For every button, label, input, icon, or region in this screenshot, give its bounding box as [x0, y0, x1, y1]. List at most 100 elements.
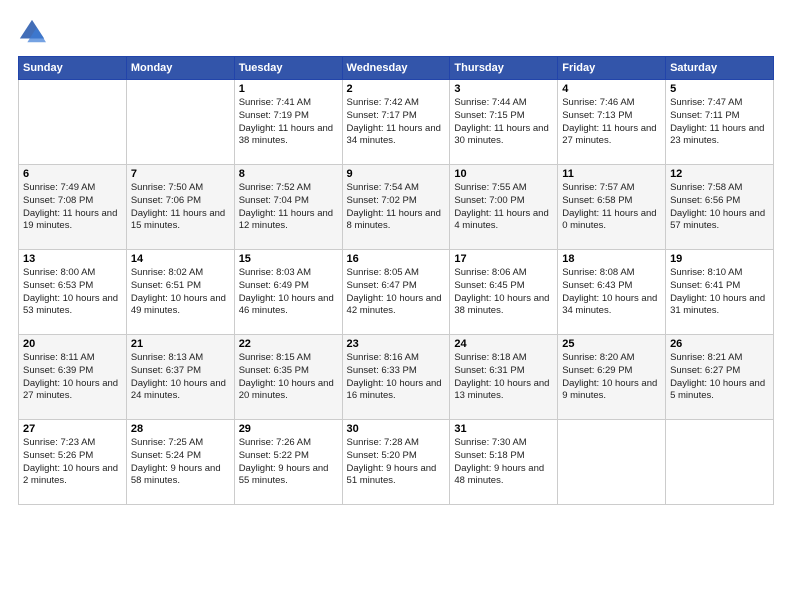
day-number: 11 — [562, 168, 661, 180]
day-detail: Sunrise: 7:41 AMSunset: 7:19 PMDaylight:… — [239, 97, 338, 148]
header — [18, 18, 774, 46]
day-detail: Sunrise: 7:25 AMSunset: 5:24 PMDaylight:… — [131, 437, 230, 488]
day-number: 5 — [670, 83, 769, 95]
day-detail: Sunrise: 8:03 AMSunset: 6:49 PMDaylight:… — [239, 267, 338, 318]
day-number: 25 — [562, 338, 661, 350]
day-number: 27 — [23, 423, 122, 435]
calendar-body: 1 Sunrise: 7:41 AMSunset: 7:19 PMDaylight… — [19, 80, 774, 505]
day-detail: Sunrise: 8:15 AMSunset: 6:35 PMDaylight:… — [239, 352, 338, 403]
day-number: 31 — [454, 423, 553, 435]
day-detail: Sunrise: 7:54 AMSunset: 7:02 PMDaylight:… — [347, 182, 446, 233]
day-number: 16 — [347, 253, 446, 265]
day-header-wednesday: Wednesday — [342, 57, 450, 80]
calendar-cell: 21 Sunrise: 8:13 AMSunset: 6:37 PMDayligh… — [126, 335, 234, 420]
calendar-cell: 29Sunrise: 7:26 AMSunset: 5:22 PMDayligh… — [234, 420, 342, 505]
day-detail: Sunrise: 7:58 AMSunset: 6:56 PMDaylight:… — [670, 182, 769, 233]
day-number: 7 — [131, 168, 230, 180]
calendar-cell: 30Sunrise: 7:28 AMSunset: 5:20 PMDayligh… — [342, 420, 450, 505]
day-detail: Sunrise: 7:42 AMSunset: 7:17 PMDaylight:… — [347, 97, 446, 148]
calendar-cell: 2 Sunrise: 7:42 AMSunset: 7:17 PMDaylight… — [342, 80, 450, 165]
week-row-4: 20Sunrise: 8:11 AMSunset: 6:39 PMDayligh… — [19, 335, 774, 420]
week-row-2: 6Sunrise: 7:49 AMSunset: 7:08 PMDaylight… — [19, 165, 774, 250]
day-detail: Sunrise: 7:28 AMSunset: 5:20 PMDaylight:… — [347, 437, 446, 488]
calendar-cell — [666, 420, 774, 505]
calendar-cell: 25 Sunrise: 8:20 AMSunset: 6:29 PMDayligh… — [558, 335, 666, 420]
day-detail: Sunrise: 8:21 AMSunset: 6:27 PMDaylight:… — [670, 352, 769, 403]
day-number: 10 — [454, 168, 553, 180]
calendar-cell: 26 Sunrise: 8:21 AMSunset: 6:27 PMDayligh… — [666, 335, 774, 420]
day-detail: Sunrise: 8:00 AMSunset: 6:53 PMDaylight:… — [23, 267, 122, 318]
calendar-cell: 6Sunrise: 7:49 AMSunset: 7:08 PMDaylight… — [19, 165, 127, 250]
day-number: 1 — [239, 83, 338, 95]
day-detail: Sunrise: 8:10 AMSunset: 6:41 PMDaylight:… — [670, 267, 769, 318]
calendar-cell: 24 Sunrise: 8:18 AMSunset: 6:31 PMDayligh… — [450, 335, 558, 420]
calendar-cell: 20Sunrise: 8:11 AMSunset: 6:39 PMDayligh… — [19, 335, 127, 420]
week-row-5: 27 Sunrise: 7:23 AMSunset: 5:26 PMDayligh… — [19, 420, 774, 505]
calendar-header: SundayMondayTuesdayWednesdayThursdayFrid… — [19, 57, 774, 80]
calendar-cell: 7 Sunrise: 7:50 AMSunset: 7:06 PMDaylight… — [126, 165, 234, 250]
day-detail: Sunrise: 8:20 AMSunset: 6:29 PMDaylight:… — [562, 352, 661, 403]
day-header-tuesday: Tuesday — [234, 57, 342, 80]
day-number: 3 — [454, 83, 553, 95]
day-number: 24 — [454, 338, 553, 350]
day-number: 6 — [23, 168, 122, 180]
day-detail: Sunrise: 8:06 AMSunset: 6:45 PMDaylight:… — [454, 267, 553, 318]
calendar-cell: 16 Sunrise: 8:05 AMSunset: 6:47 PMDayligh… — [342, 250, 450, 335]
calendar-cell — [19, 80, 127, 165]
day-number: 17 — [454, 253, 553, 265]
day-number: 18 — [562, 253, 661, 265]
day-number: 26 — [670, 338, 769, 350]
calendar-cell: 14 Sunrise: 8:02 AMSunset: 6:51 PMDayligh… — [126, 250, 234, 335]
day-header-sunday: Sunday — [19, 57, 127, 80]
day-number: 20 — [23, 338, 122, 350]
calendar-table: SundayMondayTuesdayWednesdayThursdayFrid… — [18, 56, 774, 505]
day-number: 29 — [239, 423, 338, 435]
day-number: 2 — [347, 83, 446, 95]
day-detail: Sunrise: 7:57 AMSunset: 6:58 PMDaylight:… — [562, 182, 661, 233]
calendar-cell: 15 Sunrise: 8:03 AMSunset: 6:49 PMDayligh… — [234, 250, 342, 335]
day-detail: Sunrise: 7:55 AMSunset: 7:00 PMDaylight:… — [454, 182, 553, 233]
day-number: 22 — [239, 338, 338, 350]
calendar-cell: 11 Sunrise: 7:57 AMSunset: 6:58 PMDayligh… — [558, 165, 666, 250]
day-number: 28 — [131, 423, 230, 435]
day-detail: Sunrise: 8:16 AMSunset: 6:33 PMDaylight:… — [347, 352, 446, 403]
logo-icon — [18, 18, 46, 46]
day-detail: Sunrise: 8:08 AMSunset: 6:43 PMDaylight:… — [562, 267, 661, 318]
day-number: 8 — [239, 168, 338, 180]
day-detail: Sunrise: 8:13 AMSunset: 6:37 PMDaylight:… — [131, 352, 230, 403]
day-detail: Sunrise: 8:05 AMSunset: 6:47 PMDaylight:… — [347, 267, 446, 318]
day-number: 15 — [239, 253, 338, 265]
logo — [18, 18, 50, 46]
calendar-cell: 18 Sunrise: 8:08 AMSunset: 6:43 PMDayligh… — [558, 250, 666, 335]
day-number: 23 — [347, 338, 446, 350]
week-row-3: 13 Sunrise: 8:00 AMSunset: 6:53 PMDayligh… — [19, 250, 774, 335]
calendar-cell: 1 Sunrise: 7:41 AMSunset: 7:19 PMDaylight… — [234, 80, 342, 165]
day-header-saturday: Saturday — [666, 57, 774, 80]
day-number: 19 — [670, 253, 769, 265]
page: SundayMondayTuesdayWednesdayThursdayFrid… — [0, 0, 792, 612]
day-detail: Sunrise: 7:46 AMSunset: 7:13 PMDaylight:… — [562, 97, 661, 148]
day-number: 4 — [562, 83, 661, 95]
day-detail: Sunrise: 8:18 AMSunset: 6:31 PMDaylight:… — [454, 352, 553, 403]
calendar-cell: 9Sunrise: 7:54 AMSunset: 7:02 PMDaylight… — [342, 165, 450, 250]
day-detail: Sunrise: 8:02 AMSunset: 6:51 PMDaylight:… — [131, 267, 230, 318]
calendar-cell: 23 Sunrise: 8:16 AMSunset: 6:33 PMDayligh… — [342, 335, 450, 420]
calendar-cell: 12 Sunrise: 7:58 AMSunset: 6:56 PMDayligh… — [666, 165, 774, 250]
calendar-cell: 13 Sunrise: 8:00 AMSunset: 6:53 PMDayligh… — [19, 250, 127, 335]
calendar-cell: 8 Sunrise: 7:52 AMSunset: 7:04 PMDaylight… — [234, 165, 342, 250]
day-detail: Sunrise: 7:50 AMSunset: 7:06 PMDaylight:… — [131, 182, 230, 233]
day-number: 13 — [23, 253, 122, 265]
calendar-cell: 22 Sunrise: 8:15 AMSunset: 6:35 PMDayligh… — [234, 335, 342, 420]
day-detail: Sunrise: 7:44 AMSunset: 7:15 PMDaylight:… — [454, 97, 553, 148]
day-detail: Sunrise: 7:52 AMSunset: 7:04 PMDaylight:… — [239, 182, 338, 233]
day-header-monday: Monday — [126, 57, 234, 80]
calendar-cell: 3 Sunrise: 7:44 AMSunset: 7:15 PMDaylight… — [450, 80, 558, 165]
day-number: 14 — [131, 253, 230, 265]
day-number: 12 — [670, 168, 769, 180]
day-detail: Sunrise: 7:47 AMSunset: 7:11 PMDaylight:… — [670, 97, 769, 148]
days-row: SundayMondayTuesdayWednesdayThursdayFrid… — [19, 57, 774, 80]
day-number: 21 — [131, 338, 230, 350]
day-detail: Sunrise: 7:23 AMSunset: 5:26 PMDaylight:… — [23, 437, 122, 488]
week-row-1: 1 Sunrise: 7:41 AMSunset: 7:19 PMDaylight… — [19, 80, 774, 165]
calendar-cell — [558, 420, 666, 505]
